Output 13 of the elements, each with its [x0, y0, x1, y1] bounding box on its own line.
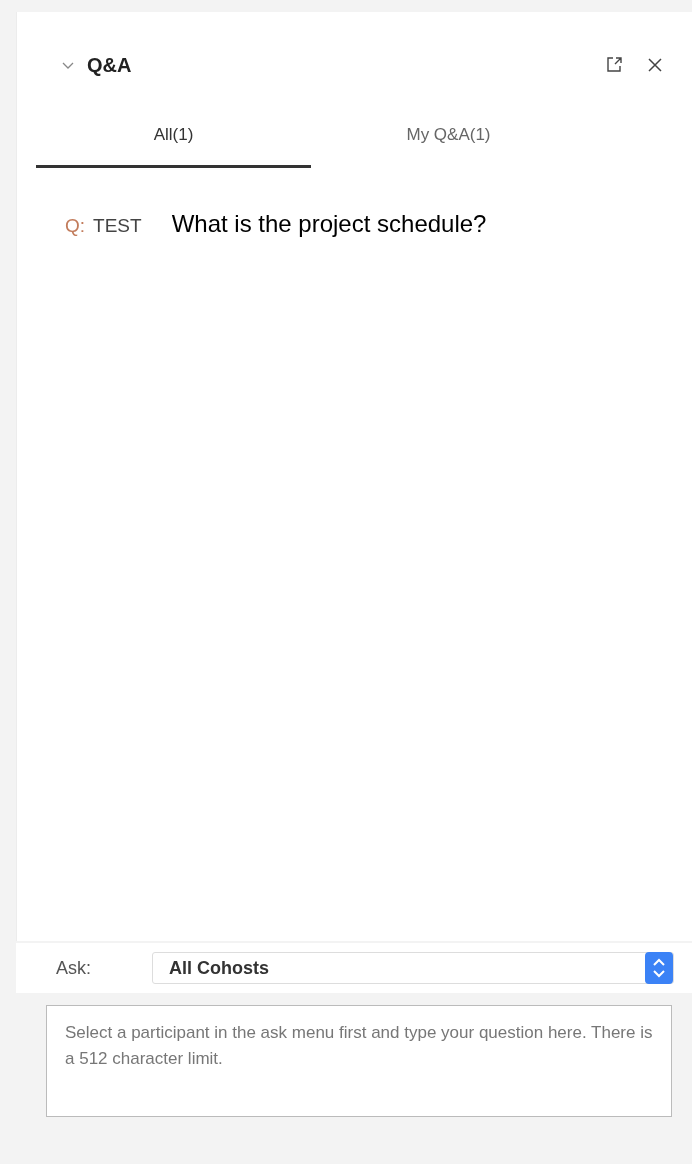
stepper-icon[interactable]: [645, 952, 673, 984]
panel-title: Q&A: [87, 53, 132, 78]
question-author: TEST: [93, 214, 142, 238]
question-prefix: Q:: [65, 214, 86, 238]
ask-dropdown[interactable]: All Cohosts: [152, 952, 674, 984]
question-input[interactable]: Select a participant in the ask menu first and type your question here. There is a 512 character limit.: [46, 1005, 672, 1117]
question-text: What is the project schedule?: [171, 209, 487, 239]
ask-label: Ask:: [56, 956, 92, 980]
tab[interactable]: All(1): [36, 104, 311, 168]
tab[interactable]: My Q&A(1): [311, 104, 586, 168]
close-icon[interactable]: [646, 56, 664, 74]
chevron-down-icon[interactable]: [61, 60, 75, 70]
pop-out-icon[interactable]: [604, 55, 624, 75]
